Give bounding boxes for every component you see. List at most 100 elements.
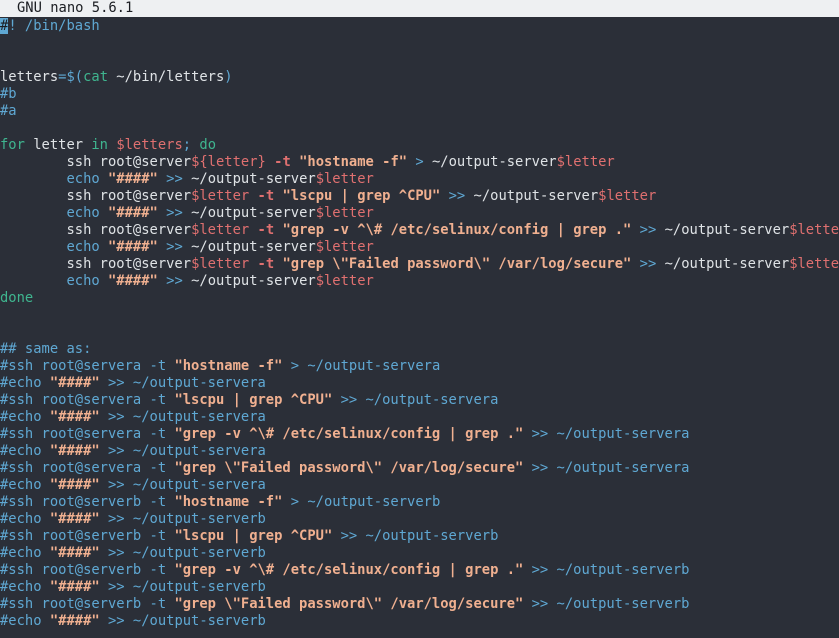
code-line[interactable]: for letter in $letters; do	[0, 137, 839, 154]
code-token: ssh root@server	[0, 154, 192, 170]
code-token: #ssh root@serverb -t	[0, 494, 175, 510]
code-token: ~/bin/letters	[108, 69, 225, 85]
code-line[interactable]: #ssh root@servera -t "lscpu | grep ^CPU"…	[0, 392, 839, 409]
nano-title-bar: GNU nano 5.6.1	[0, 0, 839, 17]
code-line[interactable]: ssh root@server$letter -t "lscpu | grep …	[0, 188, 839, 205]
code-line[interactable]	[0, 120, 839, 137]
code-line[interactable]: #echo "####" >> ~/output-serverb	[0, 579, 839, 596]
code-token: >> ~/output-servera	[523, 460, 690, 476]
code-line[interactable]: #echo "####" >> ~/output-servera	[0, 409, 839, 426]
code-token: #echo	[0, 375, 50, 391]
code-line[interactable]: #! /bin/bash	[0, 18, 839, 35]
code-token: >> ~/output-servera	[99, 477, 266, 493]
code-line[interactable]: #echo "####" >> ~/output-serverb	[0, 511, 839, 528]
code-line[interactable]: #ssh root@servera -t "grep \"Failed pass…	[0, 460, 839, 477]
code-token: -t	[257, 222, 275, 238]
code-token: "####"	[49, 613, 100, 629]
code-token: cat	[83, 69, 108, 85]
code-token: letter	[24, 137, 92, 153]
code-token: ~/output-server	[182, 205, 316, 221]
code-token: "grep -v ^\# /etc/selinux/config | grep …	[174, 426, 524, 442]
code-line[interactable]: #ssh root@serverb -t "hostname -f" > ~/o…	[0, 494, 839, 511]
code-token: ~/output-server	[656, 256, 790, 272]
code-token: >> ~/output-serverb	[99, 613, 266, 629]
code-token: >> ~/output-serverb	[99, 511, 266, 527]
code-line[interactable]: echo "####" >> ~/output-server$letter	[0, 273, 839, 290]
code-token: "hostname -f"	[174, 494, 283, 510]
code-token: "####"	[49, 511, 100, 527]
code-line[interactable]: letters=$(cat ~/bin/letters)	[0, 69, 839, 86]
code-line[interactable]: echo "####" >> ~/output-server$letter	[0, 239, 839, 256]
code-line[interactable]: done	[0, 290, 839, 307]
code-line[interactable]	[0, 307, 839, 324]
code-token: ;	[182, 137, 200, 153]
code-line[interactable]: #a	[0, 103, 839, 120]
code-token: -t	[257, 188, 275, 204]
code-line[interactable]	[0, 52, 839, 69]
code-line[interactable]: ## same as:	[0, 341, 839, 358]
code-token: "grep \"Failed password\" /var/log/secur…	[282, 256, 632, 272]
code-line[interactable]: echo "####" >> ~/output-server$letter	[0, 205, 839, 222]
code-line[interactable]: #echo "####" >> ~/output-serverb	[0, 545, 839, 562]
code-line[interactable]: #ssh root@serverb -t "lscpu | grep ^CPU"…	[0, 528, 839, 545]
code-token: #b	[0, 86, 17, 102]
code-token: ## same as:	[0, 341, 92, 357]
code-token: do	[199, 137, 217, 153]
code-token: $letters	[116, 137, 183, 153]
code-token: ! /bin/bash	[8, 18, 100, 34]
code-line[interactable]: #ssh root@serverb -t "grep \"Failed pass…	[0, 596, 839, 613]
code-token: #echo	[0, 511, 50, 527]
code-token: echo	[66, 205, 100, 221]
code-line[interactable]: #b	[0, 86, 839, 103]
code-line[interactable]: #echo "####" >> ~/output-servera	[0, 375, 839, 392]
code-line[interactable]: ssh root@server$letter -t "grep \"Failed…	[0, 256, 839, 273]
code-token: "####"	[108, 239, 158, 255]
code-token: $letter	[315, 205, 374, 221]
code-token: $letter	[191, 222, 250, 238]
code-line[interactable]: #echo "####" >> ~/output-servera	[0, 443, 839, 460]
code-token: ssh root@server	[0, 188, 192, 204]
code-token: $letter	[789, 222, 839, 238]
code-line[interactable]: #ssh root@serverb -t "grep -v ^\# /etc/s…	[0, 562, 839, 579]
code-token: >> ~/output-servera	[332, 392, 499, 408]
code-token: ~/output-server	[423, 154, 557, 170]
code-line[interactable]: #echo "####" >> ~/output-servera	[0, 477, 839, 494]
text-editor-area[interactable]: #! /bin/bash letters=$(cat ~/bin/letters)…	[0, 18, 839, 630]
code-token: #echo	[0, 545, 50, 561]
code-line[interactable]: #ssh root@servera -t "hostname -f" > ~/o…	[0, 358, 839, 375]
code-line[interactable]: #echo "####" >> ~/output-serverb	[0, 613, 839, 630]
code-line[interactable]: ssh root@server$letter -t "grep -v ^\# /…	[0, 222, 839, 239]
code-token: $letter	[598, 188, 657, 204]
code-token: "####"	[108, 273, 158, 289]
code-line[interactable]	[0, 324, 839, 341]
code-token: >> ~/output-servera	[99, 375, 266, 391]
code-line[interactable]	[0, 35, 839, 52]
code-token: echo	[66, 239, 100, 255]
code-token: "lscpu | grep ^CPU"	[174, 392, 333, 408]
code-token: $letter	[315, 239, 374, 255]
code-token: $letter	[315, 171, 374, 187]
code-token: #ssh root@servera -t	[0, 426, 175, 442]
code-token: #echo	[0, 443, 50, 459]
code-token: done	[0, 290, 34, 306]
code-token: "grep -v ^\# /etc/selinux/config | grep …	[174, 562, 524, 578]
code-line[interactable]: echo "####" >> ~/output-server$letter	[0, 171, 839, 188]
code-line[interactable]: ssh root@server${letter} -t "hostname -f…	[0, 154, 839, 171]
code-token: echo	[66, 171, 100, 187]
code-token: $letter	[315, 273, 374, 289]
code-line[interactable]: #ssh root@servera -t "grep -v ^\# /etc/s…	[0, 426, 839, 443]
code-token: "hostname -f"	[174, 358, 283, 374]
code-token: in	[91, 137, 108, 153]
code-token: )	[224, 69, 233, 85]
code-token: >> ~/output-serverb	[332, 528, 499, 544]
code-token: >>	[639, 222, 657, 238]
